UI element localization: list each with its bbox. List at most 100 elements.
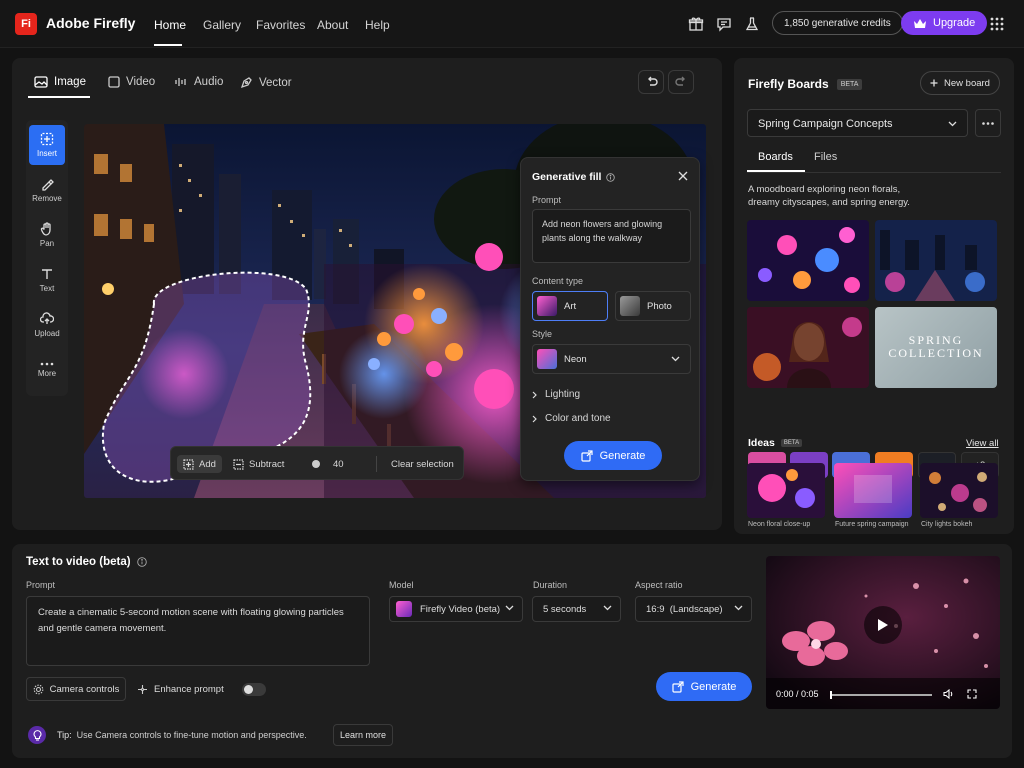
board-options-button[interactable] — [975, 109, 1001, 137]
tool-insert[interactable]: Insert — [29, 125, 65, 165]
undo-button[interactable] — [638, 70, 664, 94]
board-image-city-walkway[interactable] — [875, 220, 997, 301]
tab-image[interactable]: Image — [34, 76, 86, 88]
tab-active-indicator — [28, 96, 90, 98]
chevron-right-icon — [532, 415, 537, 423]
brush-size-control[interactable]: 40 — [311, 455, 344, 473]
idea-neon-floral[interactable] — [747, 463, 825, 518]
volume-icon[interactable] — [943, 689, 954, 699]
credits-badge[interactable]: 1,850 generative credits — [772, 11, 903, 35]
play-icon — [877, 618, 889, 632]
aspect-ratio-select[interactable]: 16:9 (Landscape) — [635, 596, 752, 622]
model-select[interactable]: Firefly Video (beta) — [389, 596, 523, 622]
upgrade-button[interactable]: Upgrade — [901, 11, 988, 35]
boards-beta-badge: BETA — [836, 78, 863, 90]
nav-about[interactable]: About — [317, 18, 348, 32]
enhance-prompt-label: Enhance prompt — [154, 684, 224, 695]
neon-style-thumbnail — [537, 349, 557, 369]
tool-remove[interactable]: Remove — [29, 170, 65, 210]
apps-grid-icon[interactable] — [990, 17, 1004, 31]
gift-icon[interactable] — [688, 16, 704, 32]
tool-more[interactable]: More — [29, 350, 65, 390]
idea-city-bokeh[interactable] — [920, 463, 998, 518]
chevron-down-icon — [734, 605, 743, 611]
fill-prompt-input[interactable]: Add neon flowers and glowing plants alon… — [532, 209, 691, 263]
idea-caption-3: City lights bokeh — [921, 521, 973, 528]
text-to-video-panel: Text to video (beta) Prompt Create a cin… — [12, 544, 1012, 758]
tab-video[interactable]: Video — [108, 76, 155, 88]
tip-label: Tip: — [57, 730, 72, 740]
nav-home[interactable]: Home — [154, 18, 186, 32]
chevron-right-icon — [532, 391, 537, 399]
upload-icon — [40, 312, 54, 326]
idea-neon-floral-thumbnail — [747, 463, 825, 518]
tab-files[interactable]: Files — [814, 151, 837, 163]
tab-boards[interactable]: Boards — [758, 151, 793, 163]
ideas-beta-badge: BETA — [780, 439, 803, 447]
insert-icon — [40, 132, 54, 146]
clear-selection-button[interactable]: Clear selection — [391, 455, 454, 473]
firefly-logo[interactable]: Fi — [15, 13, 37, 35]
play-button[interactable] — [864, 606, 902, 644]
board-image-neon-flowers[interactable] — [747, 220, 869, 301]
tip-text: Use Camera controls to fine-tune motion … — [76, 730, 307, 740]
view-all-link[interactable]: View all — [966, 438, 999, 449]
content-type-photo[interactable]: Photo — [615, 291, 691, 321]
content-type-art[interactable]: Art — [532, 291, 608, 321]
style-value: Neon — [564, 353, 587, 365]
info-icon[interactable] — [606, 172, 616, 182]
close-icon[interactable] — [678, 171, 688, 181]
redo-button[interactable] — [668, 70, 694, 94]
brush-size-dot-icon — [311, 459, 321, 469]
board-image-portrait[interactable] — [747, 307, 869, 388]
more-dots-icon — [982, 121, 994, 125]
fill-generate-button[interactable]: Generate — [564, 441, 662, 470]
tab-audio-label: Audio — [194, 76, 224, 88]
feedback-icon[interactable] — [716, 16, 732, 32]
neon-flowers-thumbnail — [747, 220, 869, 301]
style-select[interactable]: Neon — [532, 344, 691, 374]
lighting-section[interactable]: Lighting — [532, 389, 580, 400]
board-card-spring-collection[interactable]: SPRING COLLECTION — [875, 307, 997, 388]
tool-pan[interactable]: Pan — [29, 215, 65, 255]
nav-gallery[interactable]: Gallery — [203, 18, 241, 32]
content-type-photo-label: Photo — [647, 300, 672, 312]
video-preview[interactable]: 0:00 / 0:05 — [766, 556, 1000, 709]
board-select[interactable]: Spring Campaign Concepts — [747, 109, 968, 137]
nav-help[interactable]: Help — [365, 18, 390, 32]
camera-controls-button[interactable]: Camera controls — [26, 677, 126, 701]
video-scrubber[interactable] — [832, 694, 932, 696]
labs-flask-icon[interactable] — [744, 16, 760, 32]
tool-more-label: More — [37, 369, 57, 378]
tool-rail: Insert Remove Pan Text Upload More — [26, 120, 68, 396]
duration-select[interactable]: 5 seconds — [532, 596, 621, 622]
learn-more-button[interactable]: Learn more — [333, 724, 393, 746]
new-board-button[interactable]: New board — [920, 71, 1000, 95]
idea-future-spring[interactable] — [834, 463, 912, 518]
generate-icon — [671, 680, 684, 693]
content-type-label: Content type — [532, 276, 584, 286]
fullscreen-icon[interactable] — [967, 689, 977, 699]
tabs-divider — [747, 172, 1001, 173]
enhance-prompt-switch[interactable] — [241, 683, 266, 696]
tool-text[interactable]: Text — [29, 260, 65, 300]
model-label: Model — [389, 580, 414, 590]
idea-caption-1: Neon floral close-up — [748, 521, 811, 528]
tool-upload[interactable]: Upload — [29, 305, 65, 345]
app-name: Adobe Firefly — [46, 15, 136, 31]
redo-icon — [674, 76, 688, 88]
info-icon[interactable] — [136, 557, 147, 567]
selection-add-button[interactable]: Add — [177, 455, 222, 473]
scrubber-handle[interactable] — [830, 691, 832, 699]
generative-fill-title: Generative fill — [532, 171, 602, 183]
tab-vector[interactable]: Vector — [240, 76, 292, 89]
nav-favorites[interactable]: Favorites — [256, 18, 305, 32]
selection-toolbar: Add Subtract 40 Clear selection — [170, 446, 464, 480]
selection-subtract-button[interactable]: Subtract — [233, 455, 284, 473]
hand-icon — [40, 222, 54, 236]
t2v-prompt-input[interactable]: Create a cinematic 5-second motion scene… — [26, 596, 370, 666]
t2v-generate-button[interactable]: Generate — [656, 672, 752, 701]
color-tone-section[interactable]: Color and tone — [532, 413, 611, 424]
fill-generate-label: Generate — [599, 449, 646, 462]
tab-audio[interactable]: Audio — [174, 76, 223, 88]
